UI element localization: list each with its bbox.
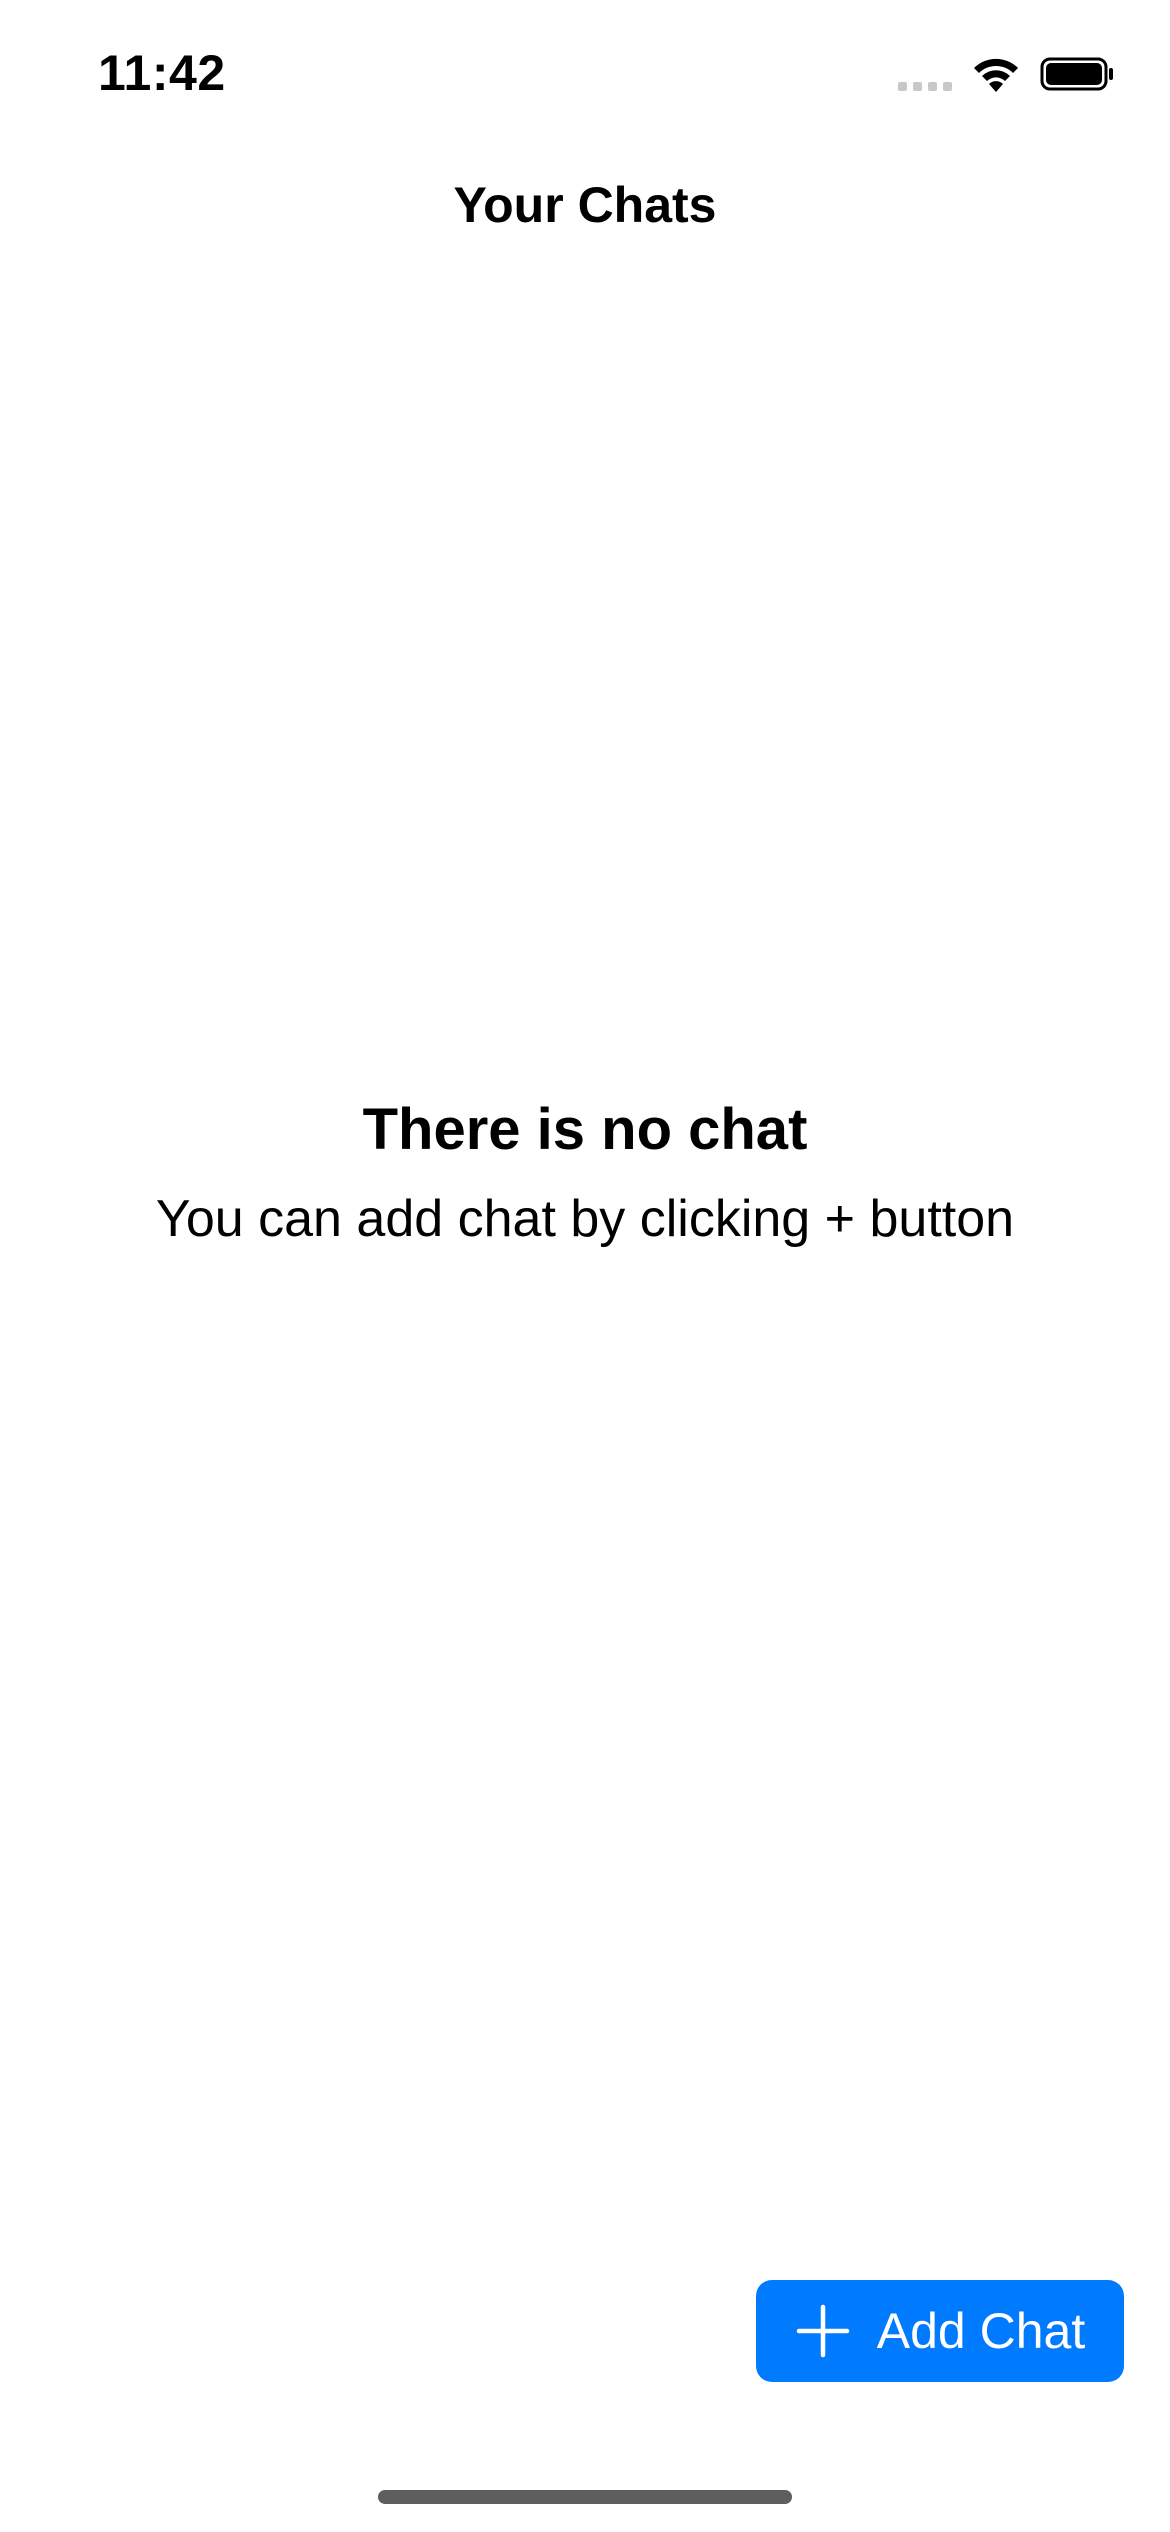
status-bar: 11:42 bbox=[0, 0, 1170, 140]
wifi-icon bbox=[970, 54, 1022, 94]
empty-state: There is no chat You can add chat by cli… bbox=[0, 1090, 1170, 1252]
empty-state-title: There is no chat bbox=[362, 1097, 808, 1162]
add-chat-button[interactable]: Add Chat bbox=[756, 2280, 1124, 2382]
plus-icon bbox=[795, 2303, 851, 2359]
status-time: 11:42 bbox=[98, 45, 226, 101]
add-chat-label: Add Chat bbox=[876, 2303, 1086, 2359]
battery-icon bbox=[1040, 54, 1116, 94]
empty-state-subtitle: You can add chat by clicking + button bbox=[155, 1190, 1015, 1248]
navigation-bar: Your Chats bbox=[0, 150, 1170, 260]
page-title: Your Chats bbox=[453, 177, 717, 233]
cellular-signal-icon bbox=[898, 52, 952, 96]
status-icons bbox=[898, 52, 1116, 96]
home-indicator[interactable] bbox=[378, 2490, 792, 2504]
